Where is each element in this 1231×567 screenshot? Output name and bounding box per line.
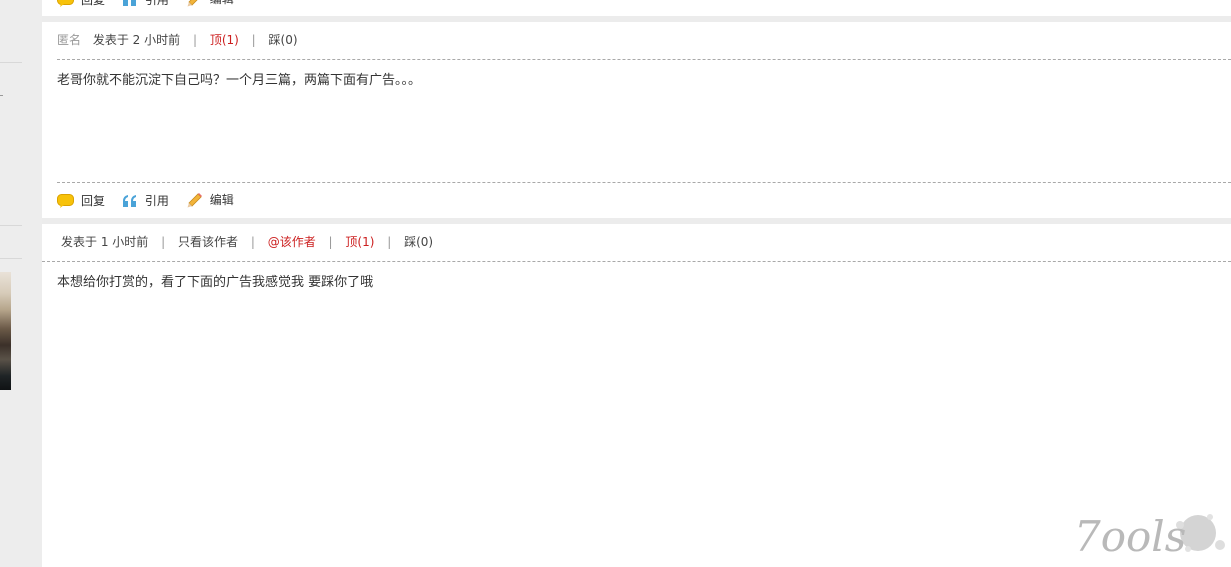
post-time: 发表于 2 小时前 — [92, 33, 181, 47]
quote-label: 引用 — [144, 194, 169, 208]
comment-separator — [42, 218, 1231, 224]
edit-button[interactable]: 编辑 — [186, 192, 234, 208]
quote-label: 引用 — [144, 0, 169, 7]
reply-button[interactable]: 回复 — [57, 193, 105, 209]
upvote-link[interactable]: 顶(1) — [210, 32, 239, 48]
quote-icon — [122, 0, 136, 6]
comment-meta: 匿名 发表于 2 小时前 | 顶(1) | 踩(0) — [57, 32, 298, 48]
quote-button[interactable]: 引用 — [122, 0, 169, 8]
downvote-link[interactable]: 踩(0) — [404, 234, 433, 250]
tools-watermark-logo: 7ools — [1074, 512, 1225, 561]
sidebar-divider — [0, 225, 22, 226]
sidebar-divider — [0, 62, 22, 63]
left-sidebar — [0, 0, 42, 567]
meta-divider: | — [387, 235, 392, 249]
comment-list: 回复 引用 编辑 匿名 发表于 2 小时前 | 顶(1) | 踩(0) 老哥你就… — [42, 0, 1231, 567]
upvote-link[interactable]: 顶(1) — [345, 234, 374, 250]
edit-label: 编辑 — [210, 0, 234, 7]
sidebar-divider — [0, 258, 22, 259]
quote-button[interactable]: 引用 — [122, 193, 169, 209]
dashed-divider — [57, 59, 1231, 60]
meta-divider: | — [161, 235, 166, 249]
comment-meta: 发表于 1 小时前 | 只看该作者 | @该作者 | 顶(1) | 踩(0) — [61, 234, 433, 250]
dashed-divider — [42, 261, 1231, 262]
comment-body: 老哥你就不能沉淀下自己吗？一个月三篇，两篇下面有广告。。。 — [57, 73, 422, 88]
edit-button[interactable]: 编辑 — [186, 0, 234, 7]
action-bar: 回复 引用 编辑 — [57, 192, 247, 208]
meta-divider: | — [328, 235, 333, 249]
action-bar-previous: 回复 引用 编辑 — [57, 0, 247, 7]
post-time: 发表于 1 小时前 — [61, 235, 149, 249]
author-name: 匿名 — [57, 33, 82, 47]
reply-label: 回复 — [81, 194, 106, 208]
speech-bubble-icon — [57, 194, 74, 208]
meta-divider: | — [192, 33, 197, 47]
at-author-link[interactable]: @该作者 — [268, 234, 316, 250]
meta-divider: | — [251, 33, 256, 47]
only-author-link[interactable]: 只看该作者 — [178, 234, 238, 250]
downvote-link[interactable]: 踩(0) — [269, 32, 298, 48]
pencil-icon — [187, 193, 202, 208]
reply-button[interactable]: 回复 — [57, 0, 105, 8]
speech-bubble-icon — [57, 0, 74, 7]
comment-body: 本想给你打赏的，看了下面的广告我感觉我 要踩你了哦 — [57, 275, 374, 290]
sidebar-tick — [0, 95, 3, 96]
dashed-divider — [57, 182, 1231, 183]
watermark-text: 7ools — [1074, 512, 1186, 561]
pencil-icon — [187, 0, 198, 7]
meta-divider: | — [250, 235, 255, 249]
edit-label: 编辑 — [209, 193, 234, 207]
quote-icon — [122, 195, 136, 207]
avatar[interactable] — [0, 272, 11, 390]
comment-separator — [42, 16, 1231, 22]
reply-label: 回复 — [81, 0, 106, 7]
